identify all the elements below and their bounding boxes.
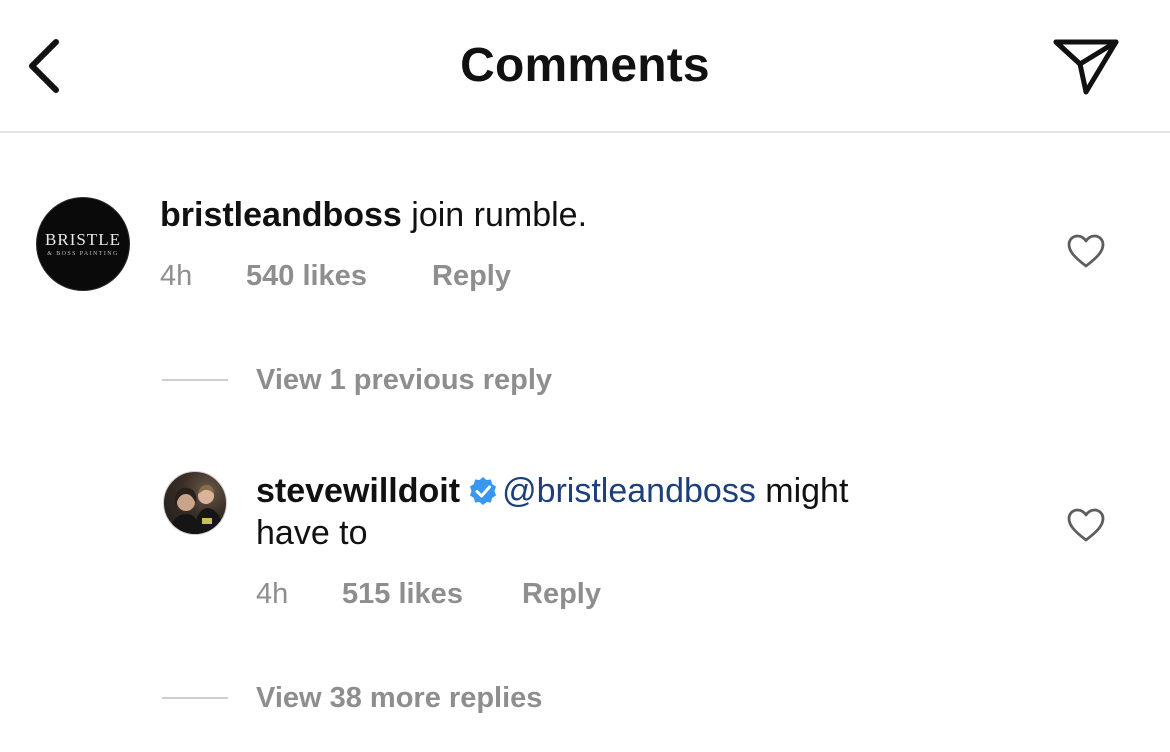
avatar-bristleandboss[interactable]: BRISTLE & BOSS PAINTING	[36, 197, 130, 291]
share-button[interactable]	[1050, 34, 1122, 98]
reply-body: stevewilldoit @bristleandboss might have …	[256, 470, 1056, 554]
reply-text-line2: have to	[256, 514, 368, 552]
page-title: Comments	[460, 39, 710, 92]
comment-text: join rumble.	[401, 196, 588, 234]
reply-meta: 4h 515 likes Reply	[256, 578, 676, 614]
comment-reply-button[interactable]: Reply	[432, 260, 511, 293]
reply-text-line1: might	[755, 472, 849, 510]
reply-mention-link[interactable]: @bristleandboss	[502, 472, 756, 510]
comment-likes[interactable]: 540 likes	[246, 260, 367, 293]
avatar-stevewilldoit[interactable]	[163, 471, 227, 535]
reply-username[interactable]: stevewilldoit	[256, 472, 460, 510]
comment-time: 4h	[160, 260, 193, 292]
avatar-brand-text: BRISTLE	[45, 230, 121, 249]
reply-time: 4h	[256, 578, 289, 610]
header-bar: Comments	[0, 0, 1170, 133]
paper-plane-icon	[1053, 39, 1119, 95]
comment-like-button[interactable]	[1066, 233, 1106, 269]
comment-body: bristleandboss join rumble.	[160, 194, 587, 236]
reply-likes[interactable]: 515 likes	[342, 578, 463, 611]
view-more-replies-link[interactable]: View 38 more replies	[256, 682, 542, 715]
profile-photo	[168, 484, 224, 534]
view-previous-replies-link[interactable]: View 1 previous reply	[256, 364, 552, 397]
thread-line	[162, 379, 228, 381]
reply-reply-button[interactable]: Reply	[522, 578, 601, 611]
avatar-brand-subtext: & BOSS PAINTING	[47, 251, 119, 257]
thread-line	[162, 697, 228, 699]
reply-like-button[interactable]	[1066, 507, 1106, 543]
comment-username[interactable]: bristleandboss	[160, 196, 402, 234]
comments-screen: Comments BRISTLE & BOSS PAINTING bristle…	[0, 0, 1170, 752]
verified-badge-icon	[470, 477, 497, 505]
comment-meta: 4h 540 likes Reply	[160, 260, 560, 296]
heart-icon	[1067, 234, 1105, 268]
heart-icon	[1067, 508, 1105, 542]
